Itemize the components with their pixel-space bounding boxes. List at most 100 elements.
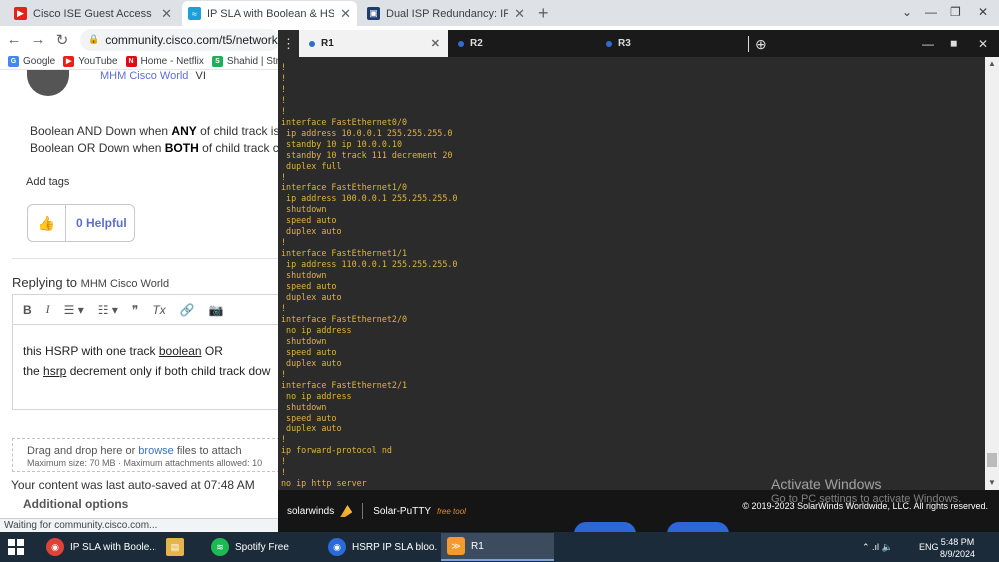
attach-instructions: Drag and drop here or browse files to at…	[27, 445, 279, 457]
terminal-line: duplex auto	[281, 357, 342, 368]
bookmarks-bar: G Google ▶ YouTube N Home - Netflix S Sh…	[0, 53, 285, 70]
bookmark-netflix[interactable]: N Home - Netflix	[125, 55, 204, 67]
browser-status-bar: Waiting for community.cisco.com...	[0, 518, 280, 532]
close-icon[interactable]: ✕	[340, 6, 351, 22]
taskbar-label: Spotify Free	[235, 541, 289, 553]
additional-options-toggle[interactable]: Additional options	[23, 497, 128, 511]
language-indicator[interactable]: ENG	[919, 532, 939, 562]
terminal-line: shutdown	[281, 335, 327, 346]
tab-title: IP SLA with Boolean & HSRP - Cis	[207, 7, 335, 20]
browser-icon: ◉	[328, 538, 346, 556]
terminal-output[interactable]: !!!!! interface FastEthernet0/0 ip addres…	[278, 57, 985, 490]
site-icon: ▣	[367, 7, 380, 20]
putty-minimize-button[interactable]: —	[922, 30, 934, 57]
terminal-line: speed auto	[281, 412, 337, 423]
link-button[interactable]: 🔗	[180, 303, 195, 317]
terminal-line: interface FastEthernet0/0	[281, 116, 408, 127]
add-tags-link[interactable]: Add tags	[26, 176, 69, 188]
forward-button[interactable]: →	[28, 31, 48, 48]
solarwinds-brand: solarwinds Solar-PuTTY free tool	[287, 503, 466, 519]
solarwinds-logo: solarwinds	[287, 505, 335, 517]
terminal-line: !	[281, 62, 287, 72]
taskbar-spotify[interactable]: ≋ Spotify Free	[205, 533, 317, 561]
italic-button[interactable]: I	[46, 302, 50, 317]
reply-editor[interactable]: B I ☰ ▾ ☷ ▾ ❞ Tx 🔗 📷 this HSRP with one …	[12, 294, 280, 410]
reload-button[interactable]: ↻	[52, 31, 72, 49]
back-button[interactable]: ←	[4, 31, 24, 48]
quote-button[interactable]: ❞	[132, 303, 138, 317]
putty-tab-r1[interactable]: R1 ✕	[299, 30, 448, 57]
terminal-scrollbar[interactable]: ▲ ▼	[985, 57, 999, 490]
editor-line: this HSRP with one track boolean OR	[23, 341, 270, 361]
clear-format-button[interactable]: Tx	[152, 303, 165, 317]
browse-link[interactable]: browse	[138, 445, 173, 457]
scroll-thumb[interactable]	[987, 453, 997, 467]
url-input[interactable]: 🔒 community.cisco.com/t5/network-man	[80, 28, 280, 51]
tab-label: R1	[321, 38, 334, 49]
close-icon[interactable]: ✕	[431, 37, 440, 50]
close-icon[interactable]: ✕	[161, 6, 172, 22]
bookmark-label: Shahid | Stre	[226, 55, 285, 67]
browser-tab-ise[interactable]: ▶ Cisco ISE Guest Access Basics, Pa ✕	[8, 1, 178, 26]
bookmark-google[interactable]: G Google	[8, 55, 56, 67]
tab-search-icon[interactable]: ⌄	[902, 0, 912, 24]
scroll-down-icon[interactable]: ▼	[985, 478, 999, 490]
autosave-status: Your content was last auto-saved at 07:4…	[11, 478, 255, 492]
helpful-button[interactable]: 👍 0 Helpful	[27, 204, 135, 242]
menu-icon[interactable]: ⋮	[278, 30, 299, 57]
terminal-line: no ip address	[281, 390, 352, 401]
page-content: MHM Cisco World VI Boolean AND Down when…	[0, 70, 280, 518]
taskbar-solar-putty[interactable]: ≫ R1	[441, 533, 554, 561]
tab-title: Dual ISP Redundancy: IP SLA, Bo	[386, 7, 509, 20]
clock-time: 5:48 PM	[940, 537, 975, 547]
system-tray-icons[interactable]: ⌃ .ıl 🔈	[862, 532, 893, 562]
putty-maximize-button[interactable]: ◼	[950, 30, 957, 57]
bold-button[interactable]: B	[23, 303, 32, 317]
bookmark-youtube[interactable]: ▶ YouTube	[63, 55, 118, 67]
putty-tab-r3[interactable]: R3	[596, 30, 744, 57]
url-text: community.cisco.com/t5/network-man	[105, 32, 280, 47]
taskbar-browser-hsrp[interactable]: ◉ HSRP IP SLA bloo...	[322, 533, 438, 561]
editor-text-run: decrement only if both child track dow	[66, 364, 271, 378]
numbered-list-button[interactable]: ☷ ▾	[98, 303, 118, 317]
attachment-dropzone[interactable]: Drag and drop here or browse files to at…	[12, 438, 280, 472]
close-icon[interactable]: ✕	[514, 6, 525, 22]
new-tab-button[interactable]: +	[538, 3, 549, 24]
scroll-up-icon[interactable]: ▲	[985, 59, 999, 71]
editor-text-run: OR	[201, 344, 223, 358]
solar-putty-icon: ≫	[447, 537, 465, 555]
restore-button[interactable]: ❐	[950, 0, 961, 24]
post-text: of child track is	[196, 124, 280, 138]
windows-start-icon[interactable]	[8, 539, 24, 555]
post-text-bold: ANY	[171, 124, 197, 138]
add-session-button[interactable]: ⊕	[748, 36, 767, 52]
taskbar-clock[interactable]: 5:48 PM 8/9/2024	[940, 536, 975, 560]
browser-tab-dual-isp[interactable]: ▣ Dual ISP Redundancy: IP SLA, Bo ✕	[361, 1, 531, 26]
session-dot-icon	[309, 40, 315, 47]
bookmark-label: Google	[23, 55, 56, 67]
post-line-2: Boolean OR Down when BOTH of child track…	[30, 141, 279, 155]
activate-windows-subtitle: Go to PC settings to activate Windows.	[771, 493, 962, 505]
window-close-button[interactable]: ✕	[978, 0, 988, 24]
editor-text-run: boolean	[158, 344, 202, 358]
folder-icon: ▤	[166, 538, 184, 556]
putty-tab-r2[interactable]: R2	[448, 30, 596, 57]
tab-label: R2	[470, 38, 483, 49]
author-name[interactable]: MHM Cisco World VI	[100, 70, 206, 82]
browser-tab-ipsla[interactable]: ≈ IP SLA with Boolean & HSRP - Cis ✕	[182, 1, 357, 26]
bullet-list-button[interactable]: ☰ ▾	[64, 303, 84, 317]
youtube-icon: ▶	[63, 55, 75, 67]
camera-button[interactable]: 📷	[209, 303, 224, 317]
putty-close-button[interactable]: ✕	[978, 30, 988, 57]
taskbar-chrome[interactable]: ◉ IP SLA with Boole...	[40, 533, 156, 561]
bookmark-shahid[interactable]: S Shahid | Stre	[211, 55, 285, 67]
minimize-button[interactable]: —	[925, 0, 937, 24]
editor-text-run: the	[23, 364, 44, 378]
avatar[interactable]	[27, 70, 69, 96]
editor-text[interactable]: this HSRP with one track boolean OR the …	[23, 341, 270, 381]
session-dot-icon	[606, 40, 612, 47]
taskbar-file-explorer[interactable]: ▤	[160, 533, 196, 561]
terminal-line: standby 10 track 111 decrement 20	[281, 149, 453, 160]
terminal-line: !	[281, 302, 287, 313]
putty-tab-bar: ⋮ R1 ✕ R2 R3 ⊕ — ◼ ✕	[278, 30, 999, 57]
